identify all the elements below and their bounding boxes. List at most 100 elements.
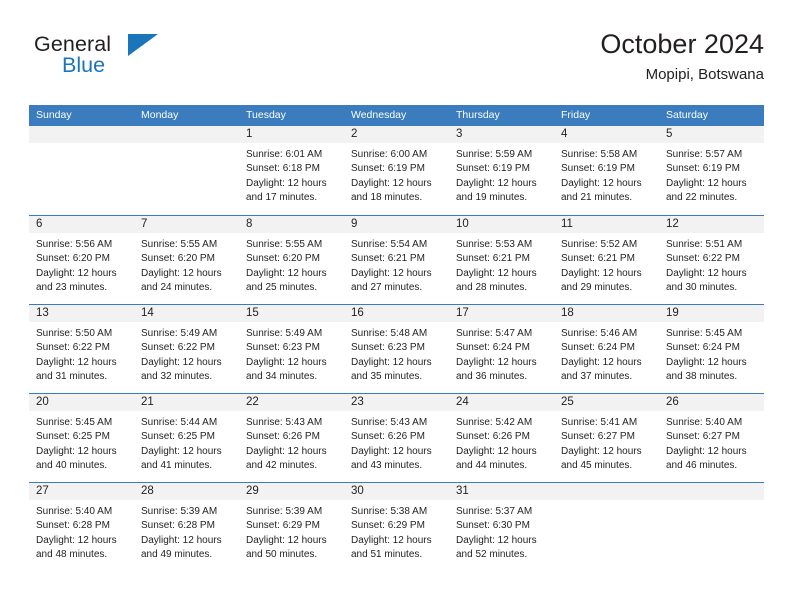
day-daylight-2-text: and 18 minutes. [351,192,423,204]
day-details: Sunrise: 5:46 AM Sunset: 6:24 PM Daylight:… [554,322,659,385]
day-daylight-1-text: Daylight: 12 hours [351,445,432,457]
day-number: 23 [344,394,449,411]
weekday-monday: Monday [141,109,179,121]
day-number: 8 [239,216,344,233]
calendar-day-cell[interactable]: 29 Sunrise: 5:39 AM Sunset: 6:29 PM Dayligh… [239,483,344,571]
day-daylight-2-text: and 27 minutes. [351,282,423,294]
calendar-day-cell[interactable]: 6 Sunrise: 5:56 AM Sunset: 6:20 PM Daylight… [29,216,134,304]
day-daylight-1-text: Daylight: 12 hours [456,445,537,457]
calendar-day-cell[interactable]: 11 Sunrise: 5:52 AM Sunset: 6:21 PM Dayligh… [554,216,659,304]
day-sunrise-text: Sunrise: 5:44 AM [141,417,218,428]
calendar-day-cell[interactable]: 5 Sunrise: 5:57 AM Sunset: 6:19 PM Daylight… [659,126,764,215]
day-sunset-text: Sunset: 6:30 PM [456,520,530,532]
calendar-day-cell[interactable]: 18 Sunrise: 5:46 AM Sunset: 6:24 PM Dayligh… [554,305,659,393]
calendar-day-cell[interactable]: 16 Sunrise: 5:48 AM Sunset: 6:23 PM Dayligh… [344,305,449,393]
calendar-weeks: 1 Sunrise: 6:01 AM Sunset: 6:18 PM Daylight… [29,126,764,571]
calendar-day-cell[interactable]: 15 Sunrise: 5:49 AM Sunset: 6:23 PM Dayligh… [239,305,344,393]
calendar-day-cell[interactable]: 22 Sunrise: 5:43 AM Sunset: 6:26 PM Dayligh… [239,394,344,482]
day-sunset-text: Sunset: 6:23 PM [351,342,425,354]
day-sunrise-text: Sunrise: 5:45 AM [36,417,113,428]
day-daylight-2-text: and 32 minutes. [141,371,213,383]
calendar-week-row: 27 Sunrise: 5:40 AM Sunset: 6:28 PM Dayligh… [29,482,764,571]
day-daylight-2-text: and 51 minutes. [351,549,423,561]
day-sunrise-text: Sunrise: 5:59 AM [456,149,533,160]
day-details: Sunrise: 5:49 AM Sunset: 6:23 PM Daylight:… [239,322,344,385]
calendar-day-cell[interactable]: 21 Sunrise: 5:44 AM Sunset: 6:25 PM Dayligh… [134,394,239,482]
calendar-day-cell[interactable]: 10 Sunrise: 5:53 AM Sunset: 6:21 PM Dayligh… [449,216,554,304]
calendar-day-cell[interactable]: 30 Sunrise: 5:38 AM Sunset: 6:29 PM Dayligh… [344,483,449,571]
calendar-day-cell[interactable]: 27 Sunrise: 5:40 AM Sunset: 6:28 PM Dayligh… [29,483,134,571]
calendar-day-cell[interactable]: 25 Sunrise: 5:41 AM Sunset: 6:27 PM Dayligh… [554,394,659,482]
calendar-grid: Sunday Monday Tuesday Wednesday Thursday… [29,105,764,571]
day-sunrise-text: Sunrise: 5:40 AM [666,417,743,428]
day-details: Sunrise: 5:51 AM Sunset: 6:22 PM Daylight:… [659,233,764,296]
day-daylight-1-text: Daylight: 12 hours [36,534,117,546]
day-daylight-1-text: Daylight: 12 hours [666,445,747,457]
day-number: 10 [449,216,554,233]
day-daylight-1-text: Daylight: 12 hours [666,267,747,279]
calendar-week-row: 6 Sunrise: 5:56 AM Sunset: 6:20 PM Daylight… [29,215,764,304]
weekday-tuesday: Tuesday [246,109,286,121]
calendar-week-row: 1 Sunrise: 6:01 AM Sunset: 6:18 PM Daylight… [29,126,764,215]
day-daylight-1-text: Daylight: 12 hours [666,356,747,368]
calendar-day-cell[interactable]: 23 Sunrise: 5:43 AM Sunset: 6:26 PM Dayligh… [344,394,449,482]
day-details: Sunrise: 5:45 AM Sunset: 6:25 PM Daylight:… [29,411,134,474]
calendar-day-cell[interactable]: 1 Sunrise: 6:01 AM Sunset: 6:18 PM Daylight… [239,126,344,215]
day-daylight-2-text: and 46 minutes. [666,460,738,472]
day-sunrise-text: Sunrise: 5:37 AM [456,506,533,517]
day-number: 18 [554,305,659,322]
day-sunrise-text: Sunrise: 5:50 AM [36,328,113,339]
calendar-day-cell[interactable]: 7 Sunrise: 5:55 AM Sunset: 6:20 PM Daylight… [134,216,239,304]
day-sunrise-text: Sunrise: 6:00 AM [351,149,428,160]
day-sunrise-text: Sunrise: 5:55 AM [246,239,323,250]
day-daylight-2-text: and 43 minutes. [351,460,423,472]
calendar-day-cell[interactable]: 24 Sunrise: 5:42 AM Sunset: 6:26 PM Dayligh… [449,394,554,482]
day-sunrise-text: Sunrise: 5:56 AM [36,239,113,250]
calendar-day-cell[interactable]: 13 Sunrise: 5:50 AM Sunset: 6:22 PM Dayligh… [29,305,134,393]
calendar-day-cell[interactable]: 17 Sunrise: 5:47 AM Sunset: 6:24 PM Dayligh… [449,305,554,393]
calendar-day-cell[interactable]: 28 Sunrise: 5:39 AM Sunset: 6:28 PM Dayligh… [134,483,239,571]
day-number: 11 [554,216,659,233]
day-sunrise-text: Sunrise: 5:38 AM [351,506,428,517]
day-number [554,483,659,500]
day-sunset-text: Sunset: 6:29 PM [351,520,425,532]
calendar-day-cell[interactable]: 31 Sunrise: 5:37 AM Sunset: 6:30 PM Dayligh… [449,483,554,571]
day-number: 25 [554,394,659,411]
calendar-day-cell[interactable]: 20 Sunrise: 5:45 AM Sunset: 6:25 PM Dayligh… [29,394,134,482]
day-daylight-2-text: and 38 minutes. [666,371,738,383]
calendar-day-cell[interactable]: 26 Sunrise: 5:40 AM Sunset: 6:27 PM Dayligh… [659,394,764,482]
day-daylight-1-text: Daylight: 12 hours [561,356,642,368]
calendar-day-cell-empty [134,126,239,215]
day-sunset-text: Sunset: 6:22 PM [141,342,215,354]
day-daylight-2-text: and 31 minutes. [36,371,108,383]
calendar-day-cell[interactable]: 8 Sunrise: 5:55 AM Sunset: 6:20 PM Daylight… [239,216,344,304]
day-daylight-1-text: Daylight: 12 hours [36,356,117,368]
day-sunset-text: Sunset: 6:26 PM [246,431,320,443]
brand-logo[interactable]: General Blue [34,32,164,90]
day-daylight-1-text: Daylight: 12 hours [351,534,432,546]
day-daylight-1-text: Daylight: 12 hours [561,177,642,189]
day-daylight-1-text: Daylight: 12 hours [246,356,327,368]
day-daylight-2-text: and 50 minutes. [246,549,318,561]
day-number: 31 [449,483,554,500]
calendar-day-cell[interactable]: 4 Sunrise: 5:58 AM Sunset: 6:19 PM Daylight… [554,126,659,215]
calendar-day-cell[interactable]: 9 Sunrise: 5:54 AM Sunset: 6:21 PM Daylight… [344,216,449,304]
day-daylight-1-text: Daylight: 12 hours [351,177,432,189]
calendar-day-cell[interactable]: 2 Sunrise: 6:00 AM Sunset: 6:19 PM Daylight… [344,126,449,215]
calendar-day-cell[interactable]: 19 Sunrise: 5:45 AM Sunset: 6:24 PM Dayligh… [659,305,764,393]
day-daylight-1-text: Daylight: 12 hours [246,177,327,189]
weekday-sunday: Sunday [36,109,72,121]
day-daylight-2-text: and 25 minutes. [246,282,318,294]
calendar-day-cell[interactable]: 12 Sunrise: 5:51 AM Sunset: 6:22 PM Dayligh… [659,216,764,304]
day-daylight-2-text: and 34 minutes. [246,371,318,383]
calendar-day-cell[interactable]: 14 Sunrise: 5:49 AM Sunset: 6:22 PM Dayligh… [134,305,239,393]
calendar-day-cell[interactable]: 3 Sunrise: 5:59 AM Sunset: 6:19 PM Daylight… [449,126,554,215]
day-sunset-text: Sunset: 6:20 PM [141,253,215,265]
day-daylight-2-text: and 19 minutes. [456,192,528,204]
calendar-day-cell-empty [29,126,134,215]
title-block: October 2024 Mopipi, Botswana [600,28,764,86]
day-number: 12 [659,216,764,233]
day-details: Sunrise: 5:59 AM Sunset: 6:19 PM Daylight:… [449,143,554,206]
day-number: 15 [239,305,344,322]
day-number: 9 [344,216,449,233]
